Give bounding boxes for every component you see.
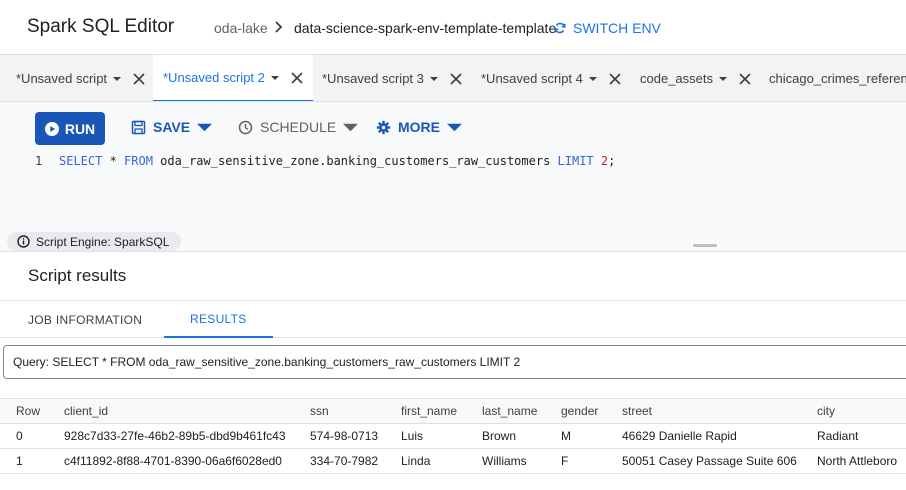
tab-job-information[interactable]: JOB INFORMATION	[28, 301, 142, 338]
table-cell: Linda	[401, 454, 431, 468]
table-cell: Williams	[482, 454, 527, 468]
header: Spark SQL Editor oda-lake data-science-s…	[0, 0, 906, 54]
clock-icon	[238, 120, 253, 134]
sql-keyword: LIMIT	[557, 154, 594, 168]
close-icon[interactable]	[133, 72, 145, 85]
column-header[interactable]: gender	[561, 399, 598, 424]
breadcrumb-environment[interactable]: data-science-spark-env-template-template	[294, 20, 556, 36]
table-cell: 574-98-0713	[310, 429, 379, 443]
tab-label: chicago_crimes_referen	[769, 71, 906, 86]
resize-handle[interactable]	[693, 244, 717, 247]
chevron-right-icon	[275, 21, 283, 33]
table-cell: c4f11892-8f88-4701-8390-06a6f6028ed0	[64, 454, 282, 468]
tab-unsaved-script-3[interactable]: *Unsaved script 3	[322, 55, 462, 101]
table-row: 0 928c7d33-27fe-46b2-89b5-dbd9b461fc43 5…	[0, 424, 906, 449]
engine-bar: Script Engine: SparkSQL	[0, 228, 906, 252]
switch-env-label: SWITCH ENV	[573, 20, 661, 36]
column-header[interactable]: ssn	[310, 399, 329, 424]
column-header[interactable]: street	[622, 399, 652, 424]
breadcrumb-project[interactable]: oda-lake	[214, 20, 268, 36]
editor-toolbar: RUN SAVE SCHEDULE MORE	[0, 102, 906, 150]
script-engine-label: Script Engine: SparkSQL	[36, 234, 170, 249]
tab-label: *Unsaved script 4	[481, 71, 583, 86]
table-cell: 1	[16, 454, 23, 468]
column-header[interactable]: Row	[16, 399, 40, 424]
save-button[interactable]: SAVE	[131, 117, 213, 137]
table-row: 1 c4f11892-8f88-4701-8390-06a6f6028ed0 3…	[0, 449, 906, 474]
tab-code-assets[interactable]: code_assets	[640, 55, 751, 101]
gear-icon	[376, 120, 391, 134]
run-button[interactable]: RUN	[35, 112, 105, 145]
table-cell: 334-70-7982	[310, 454, 379, 468]
column-header[interactable]: city	[817, 399, 835, 424]
caret-down-icon	[197, 123, 213, 131]
code-editor[interactable]: 1 SELECT * FROM oda_raw_sensitive_zone.b…	[0, 150, 906, 228]
tab-results[interactable]: RESULTS	[164, 301, 273, 338]
table-cell: Radiant	[817, 429, 859, 443]
sql-token: *	[102, 154, 125, 168]
table-header: Row client_id ssn first_name last_name g…	[0, 399, 906, 424]
switch-icon	[554, 22, 566, 34]
caret-down-icon[interactable]	[113, 75, 122, 83]
table-cell: M	[561, 429, 571, 443]
more-label: MORE	[398, 119, 440, 135]
caret-down-icon	[447, 123, 462, 131]
schedule-button[interactable]: SCHEDULE	[238, 117, 359, 137]
sql-code-line[interactable]: SELECT * FROM oda_raw_sensitive_zone.ban…	[59, 154, 615, 168]
results-table: Row client_id ssn first_name last_name g…	[0, 398, 906, 474]
results-title: Script results	[28, 266, 127, 285]
query-text: Query: SELECT * FROM oda_raw_sensitive_z…	[13, 355, 521, 369]
script-tabbar: *Unsaved script *Unsaved script 2 *Unsav…	[0, 54, 906, 102]
close-icon[interactable]	[450, 72, 462, 85]
tab-unsaved-script[interactable]: *Unsaved script	[16, 55, 145, 101]
table-cell: 46629 Danielle Rapid	[622, 429, 737, 443]
close-icon[interactable]	[739, 72, 751, 85]
script-engine-chip[interactable]: Script Engine: SparkSQL	[7, 232, 182, 251]
line-number: 1	[35, 154, 43, 168]
tab-chicago-crimes[interactable]: chicago_crimes_referen	[769, 55, 906, 101]
column-header[interactable]: last_name	[482, 399, 537, 424]
column-header[interactable]: first_name	[401, 399, 457, 424]
app-title: Spark SQL Editor	[27, 16, 175, 37]
tab-label: *Unsaved script	[16, 71, 108, 86]
save-label: SAVE	[153, 119, 191, 135]
results-tabs: JOB INFORMATION RESULTS	[0, 300, 906, 338]
close-icon[interactable]	[291, 71, 303, 84]
table-cell: F	[561, 454, 569, 468]
tab-label: JOB INFORMATION	[28, 312, 143, 327]
column-header[interactable]: client_id	[64, 399, 108, 424]
sql-keyword: FROM	[124, 154, 153, 168]
table-cell: 50051 Casey Passage Suite 606	[622, 454, 797, 468]
play-circle-icon	[44, 121, 59, 136]
more-button[interactable]: MORE	[376, 117, 462, 137]
tab-unsaved-script-4[interactable]: *Unsaved script 4	[481, 55, 621, 101]
info-icon	[17, 235, 30, 248]
sql-table-name: oda_raw_sensitive_zone.banking_customers…	[152, 154, 558, 168]
tab-label: *Unsaved script 3	[322, 71, 424, 86]
schedule-label: SCHEDULE	[260, 119, 337, 135]
tab-unsaved-script-2[interactable]: *Unsaved script 2	[153, 55, 313, 101]
caret-down-icon[interactable]	[719, 75, 727, 83]
close-icon[interactable]	[609, 72, 621, 85]
tab-label: *Unsaved script 2	[163, 70, 265, 85]
table-cell: 0	[16, 429, 23, 443]
table-cell: Brown	[482, 429, 517, 443]
table-cell: 928c7d33-27fe-46b2-89b5-dbd9b461fc43	[64, 429, 286, 443]
switch-env-button[interactable]: SWITCH ENV	[553, 18, 661, 38]
caret-down-icon[interactable]	[270, 74, 279, 82]
tab-label: code_assets	[640, 71, 713, 86]
tab-label: RESULTS	[190, 311, 247, 326]
save-icon	[131, 120, 146, 134]
sql-token: ;	[608, 154, 616, 168]
run-label: RUN	[64, 120, 96, 137]
caret-down-icon	[343, 123, 359, 131]
table-cell: Luis	[401, 429, 424, 443]
caret-down-icon[interactable]	[588, 75, 597, 83]
spark-sql-editor-page: Spark SQL Editor oda-lake data-science-s…	[0, 0, 906, 490]
sql-keyword: SELECT	[59, 154, 103, 168]
caret-down-icon[interactable]	[429, 75, 438, 83]
table-cell: North Attleboro	[817, 454, 898, 468]
query-display: Query: SELECT * FROM oda_raw_sensitive_z…	[3, 345, 906, 379]
